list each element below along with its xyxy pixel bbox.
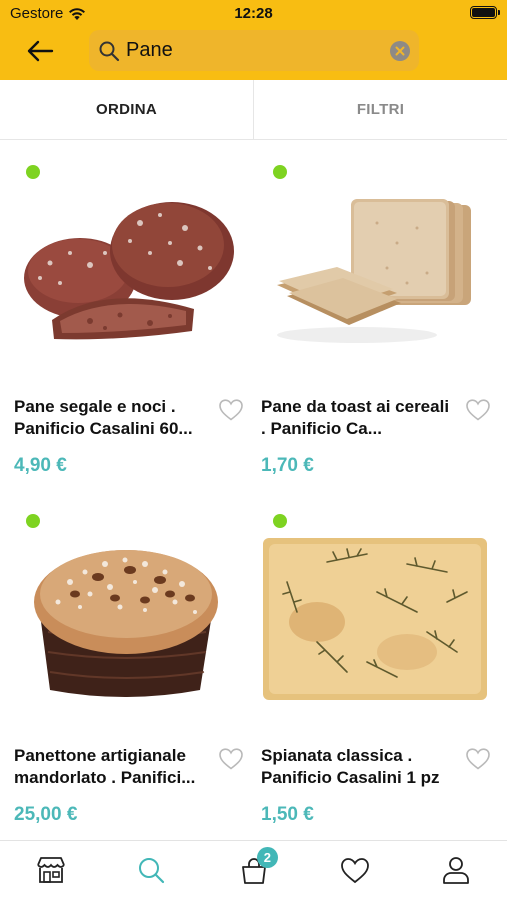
product-card[interactable]: Panettone artigianale mandorlato . Panif… bbox=[0, 490, 247, 835]
user-icon bbox=[443, 857, 470, 884]
app-header: Gestore 12:28 bbox=[0, 0, 507, 80]
product-price: 1,50 € bbox=[261, 804, 314, 825]
nav-cart[interactable]: 2 bbox=[203, 841, 304, 900]
availability-dot bbox=[273, 165, 287, 179]
close-icon bbox=[395, 46, 405, 55]
product-title: Panettone artigianale mandorlato . Panif… bbox=[14, 746, 196, 787]
heart-icon[interactable] bbox=[218, 398, 244, 422]
status-bar: Gestore 12:28 bbox=[0, 0, 507, 28]
search-input[interactable] bbox=[126, 35, 390, 66]
availability-dot bbox=[26, 514, 40, 528]
nav-store[interactable] bbox=[0, 841, 101, 900]
heart-icon[interactable] bbox=[465, 398, 491, 422]
product-price: 1,70 € bbox=[261, 455, 314, 476]
heart-icon[interactable] bbox=[218, 747, 244, 771]
battery-icon bbox=[470, 6, 500, 19]
product-image-rosemary-spianata bbox=[263, 538, 487, 700]
product-card[interactable]: Spianata classica . Panificio Casalini 1… bbox=[247, 490, 494, 835]
sort-filter-tabs: ORDINA FILTRI bbox=[0, 80, 507, 140]
search-bar[interactable] bbox=[89, 30, 419, 71]
status-time: 12:28 bbox=[234, 5, 273, 22]
product-title: Pane segale e noci . Panificio Casalini … bbox=[14, 397, 193, 438]
product-image-almond-panettone bbox=[34, 550, 218, 697]
nav-profile[interactable] bbox=[406, 841, 507, 900]
nav-favorites[interactable] bbox=[304, 841, 405, 900]
back-button[interactable] bbox=[22, 36, 58, 66]
bottom-nav: 2 bbox=[0, 840, 507, 900]
product-title: Spianata classica . Panificio Casalini 1… bbox=[261, 746, 440, 787]
heart-icon bbox=[341, 858, 369, 884]
product-card[interactable]: Pane segale e noci . Panificio Casalini … bbox=[0, 141, 247, 486]
arrow-left-icon bbox=[27, 40, 54, 62]
nav-search[interactable] bbox=[101, 841, 202, 900]
product-image-sliced-toast-bread bbox=[277, 199, 471, 343]
product-card[interactable]: Pane da toast ai cereali . Panificio Ca.… bbox=[247, 141, 494, 486]
product-price: 4,90 € bbox=[14, 455, 67, 476]
cart-badge: 2 bbox=[256, 847, 278, 868]
clear-search-button[interactable] bbox=[390, 40, 410, 61]
product-price: 25,00 € bbox=[14, 804, 78, 825]
product-image-rye-walnut-bread bbox=[24, 202, 234, 340]
product-title: Pane da toast ai cereali . Panificio Ca.… bbox=[261, 397, 450, 438]
search-icon bbox=[139, 858, 165, 884]
availability-dot bbox=[273, 514, 287, 528]
availability-dot bbox=[26, 165, 40, 179]
tab-sort[interactable]: ORDINA bbox=[0, 80, 254, 139]
search-icon bbox=[99, 41, 120, 61]
tab-filters[interactable]: FILTRI bbox=[254, 80, 507, 139]
store-icon bbox=[36, 857, 65, 883]
heart-icon[interactable] bbox=[465, 747, 491, 771]
